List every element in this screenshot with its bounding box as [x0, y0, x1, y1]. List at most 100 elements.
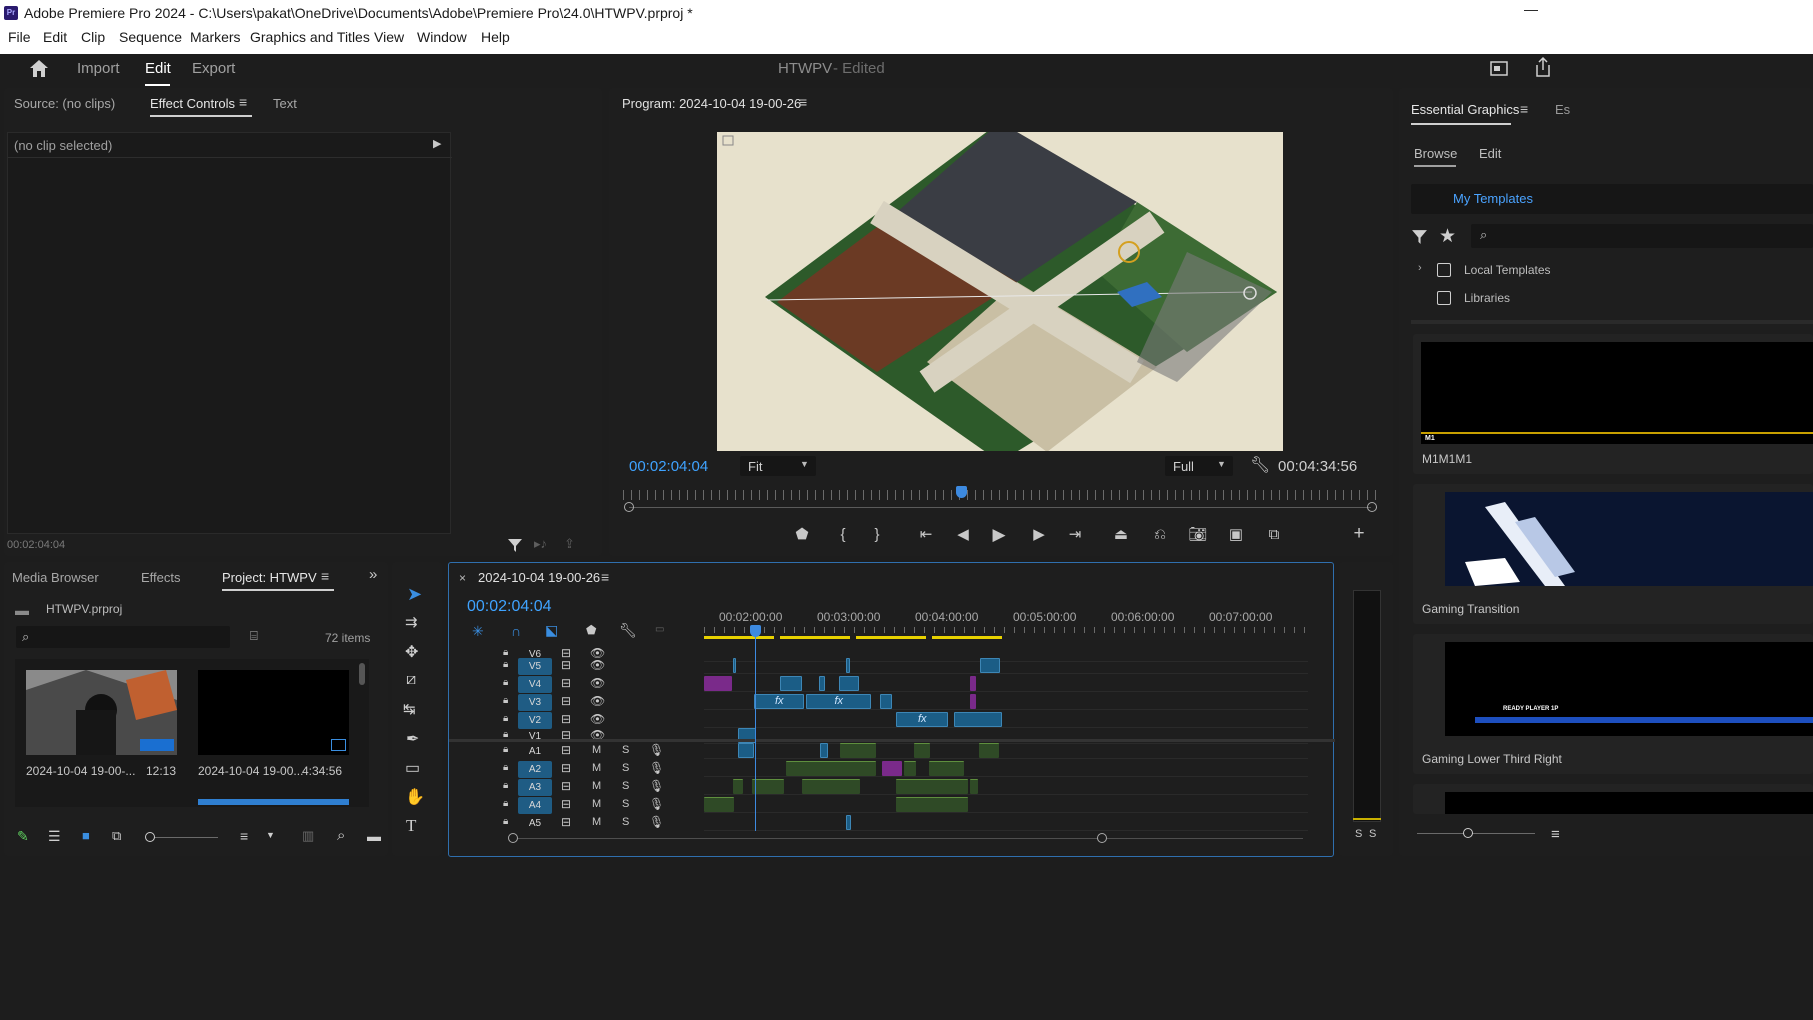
timeline-clip[interactable] — [970, 779, 978, 794]
tab-browse[interactable]: Browse — [1414, 146, 1457, 161]
automate-icon[interactable]: ▥ — [302, 828, 314, 844]
sync-lock-icon[interactable]: ⊟ — [561, 743, 571, 757]
zoom-handle-left[interactable] — [508, 833, 518, 843]
timeline-clip[interactable] — [839, 676, 859, 691]
share-icon[interactable] — [1533, 56, 1553, 78]
microphone-icon[interactable]: 🎙︎ — [649, 797, 664, 811]
icon-view-icon[interactable]: ■ — [82, 828, 90, 843]
thumbnail-size-slider[interactable] — [154, 837, 218, 838]
timeline-clip[interactable]: fx — [806, 694, 871, 709]
track-label[interactable]: A5 — [518, 815, 552, 832]
track-label[interactable]: V4 — [518, 676, 552, 693]
export-frame-icon[interactable]: 📷︎ — [1188, 525, 1208, 545]
essential-graphics-title[interactable]: Essential Graphics — [1411, 102, 1519, 117]
timeline-clip[interactable] — [904, 761, 916, 776]
lock-icon[interactable]: 🔒︎ — [503, 762, 508, 773]
tab-edit[interactable]: Edit — [145, 60, 171, 77]
timeline-clip[interactable] — [820, 743, 828, 758]
track-lane[interactable] — [704, 796, 1308, 813]
timeline-ruler[interactable]: 00:02:00:00 00:03:00:00 00:04:00:00 00:0… — [704, 607, 1308, 643]
find-icon[interactable]: ⌕ — [337, 827, 345, 844]
tab-project[interactable]: Project: HTWPV — [222, 570, 317, 585]
menu-edit[interactable]: Edit — [43, 29, 67, 45]
microphone-icon[interactable]: 🎙︎ — [649, 743, 664, 757]
program-playhead[interactable] — [956, 486, 967, 498]
timeline-clip[interactable] — [786, 761, 876, 776]
track-lane[interactable] — [704, 778, 1308, 795]
mark-in-icon[interactable]: { — [833, 525, 853, 545]
bin-scrollbar[interactable] — [359, 663, 365, 685]
thumbnail-size-handle[interactable] — [145, 832, 155, 842]
timeline-clip[interactable] — [846, 658, 850, 673]
tab-eg-edit[interactable]: Edit — [1479, 146, 1501, 161]
playhead-handle[interactable] — [750, 625, 761, 637]
quick-export-icon[interactable] — [1489, 58, 1509, 78]
timeline-clip[interactable]: fx — [896, 712, 948, 727]
mute-button[interactable]: M — [592, 744, 601, 756]
lock-icon[interactable]: 🔒︎ — [503, 816, 508, 827]
timeline-clip[interactable] — [896, 779, 968, 794]
lock-icon[interactable]: 🔒︎ — [503, 744, 508, 755]
linked-selection-icon[interactable]: ⬕ — [545, 622, 558, 639]
timeline-clip[interactable] — [896, 797, 968, 812]
expand-arrow-icon[interactable]: ▶ — [433, 137, 441, 150]
star-icon[interactable]: ★ — [1439, 225, 1456, 248]
track-lane[interactable] — [704, 742, 1308, 759]
zoom-handle-right[interactable] — [1367, 502, 1377, 512]
timeline-clip[interactable] — [980, 658, 1000, 673]
my-templates-button[interactable]: My Templates — [1411, 184, 1813, 214]
program-ruler[interactable] — [623, 490, 1378, 500]
track-label[interactable]: A3 — [518, 779, 552, 796]
timeline-clip[interactable] — [846, 815, 851, 830]
type-tool-icon[interactable]: T — [406, 816, 416, 836]
local-templates-checkbox[interactable] — [1437, 263, 1451, 277]
timeline-clip[interactable] — [882, 761, 902, 776]
new-bin-icon[interactable]: ▬ — [367, 828, 381, 844]
tab-media-browser[interactable]: Media Browser — [12, 570, 99, 585]
microphone-icon[interactable]: 🎙︎ — [649, 815, 664, 829]
lock-icon[interactable]: 🔒︎ — [503, 713, 508, 724]
play-audio-icon[interactable]: ▸♪ — [534, 536, 547, 552]
add-marker-icon[interactable]: ⬟ — [586, 623, 596, 637]
video-audio-divider[interactable] — [449, 739, 1335, 742]
timeline-clip[interactable] — [780, 676, 802, 691]
tab-export[interactable]: Export — [192, 60, 235, 77]
rectangle-tool-icon[interactable]: ▭ — [405, 758, 420, 778]
comparison-view-icon[interactable]: ▣ — [1226, 525, 1246, 545]
timeline-timecode[interactable]: 00:02:04:04 — [467, 598, 552, 616]
sync-lock-icon[interactable]: ⊟ — [561, 815, 571, 829]
timeline-clip[interactable] — [914, 743, 930, 758]
sync-lock-icon[interactable]: ⊟ — [561, 658, 571, 672]
lock-icon[interactable]: 🔒︎ — [503, 780, 508, 791]
timeline-clip[interactable] — [802, 779, 860, 794]
lift-icon[interactable]: ⏏ — [1111, 525, 1131, 545]
timeline-clip[interactable] — [970, 676, 976, 691]
tab-text[interactable]: Text — [273, 96, 297, 111]
panel-menu-icon[interactable]: ≡ — [239, 94, 247, 110]
captions-icon[interactable]: ▭ — [655, 624, 664, 635]
proxy-toggle-icon[interactable]: ⧉ — [1264, 525, 1284, 545]
clip-name-2[interactable]: 2024-10-04 19-00... — [198, 764, 303, 778]
snap-icon[interactable]: ∩ — [511, 623, 521, 639]
menu-window[interactable]: Window — [417, 29, 467, 45]
timeline-clip[interactable] — [704, 797, 734, 812]
pencil-icon[interactable]: ✎ — [17, 828, 29, 845]
timeline-clip[interactable] — [704, 676, 732, 691]
sync-lock-icon[interactable]: ⊟ — [561, 694, 571, 708]
chevron-down-icon[interactable]: ▼ — [266, 830, 275, 840]
lock-icon[interactable]: 🔒︎ — [503, 677, 508, 688]
export-clip-icon[interactable]: ⇪ — [564, 536, 575, 552]
sync-lock-icon[interactable]: ⊟ — [561, 761, 571, 775]
lock-icon[interactable]: 🔒︎ — [503, 798, 508, 809]
mark-out-icon[interactable]: } — [867, 525, 887, 545]
step-forward-icon[interactable]: ▶ — [1029, 525, 1049, 545]
timeline-clip[interactable] — [733, 779, 743, 794]
template-card-transition[interactable]: Gaming Transition — [1413, 484, 1813, 624]
mute-button[interactable]: M — [592, 762, 601, 774]
track-lane[interactable] — [704, 657, 1308, 674]
solo-button[interactable]: S — [622, 744, 629, 756]
eye-icon[interactable]: 👁︎ — [590, 694, 605, 708]
freeform-view-icon[interactable]: ⧉ — [112, 828, 121, 844]
fit-select[interactable]: Fit ▼ — [740, 456, 816, 476]
wrench-icon[interactable]: 🔧︎ — [619, 622, 637, 639]
